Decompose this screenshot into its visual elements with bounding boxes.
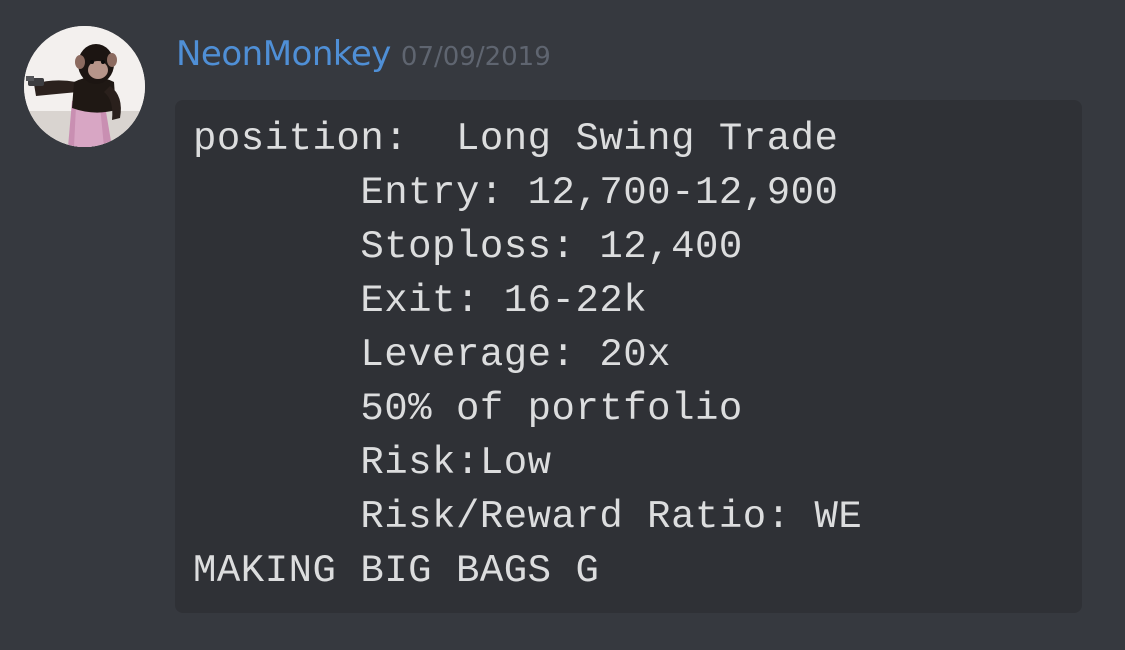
- timestamp: 07/09/2019: [400, 42, 551, 72]
- code-line: Leverage: 20x: [193, 333, 672, 377]
- code-line: Stoploss: 12,400: [193, 225, 743, 269]
- code-line: position: Long Swing Trade: [193, 117, 839, 161]
- code-line: Exit: 16-22k: [193, 279, 648, 323]
- code-line: Risk:Low: [193, 441, 552, 485]
- code-line: Entry: 12,700-12,900: [193, 171, 839, 215]
- avatar[interactable]: [24, 26, 145, 147]
- code-line: 50% of portfolio: [193, 387, 743, 431]
- chat-message: NeonMonkey 07/09/2019 position: Long Swin…: [0, 0, 1125, 650]
- message-header: NeonMonkey 07/09/2019: [176, 34, 551, 84]
- chimpanzee-avatar-icon: [24, 26, 145, 147]
- code-line: Risk/Reward Ratio: WE: [193, 495, 863, 539]
- code-line: MAKING BIG BAGS G: [193, 549, 600, 593]
- username[interactable]: NeonMonkey: [176, 34, 391, 74]
- code-block: position: Long Swing Trade Entry: 12,700…: [175, 100, 1082, 613]
